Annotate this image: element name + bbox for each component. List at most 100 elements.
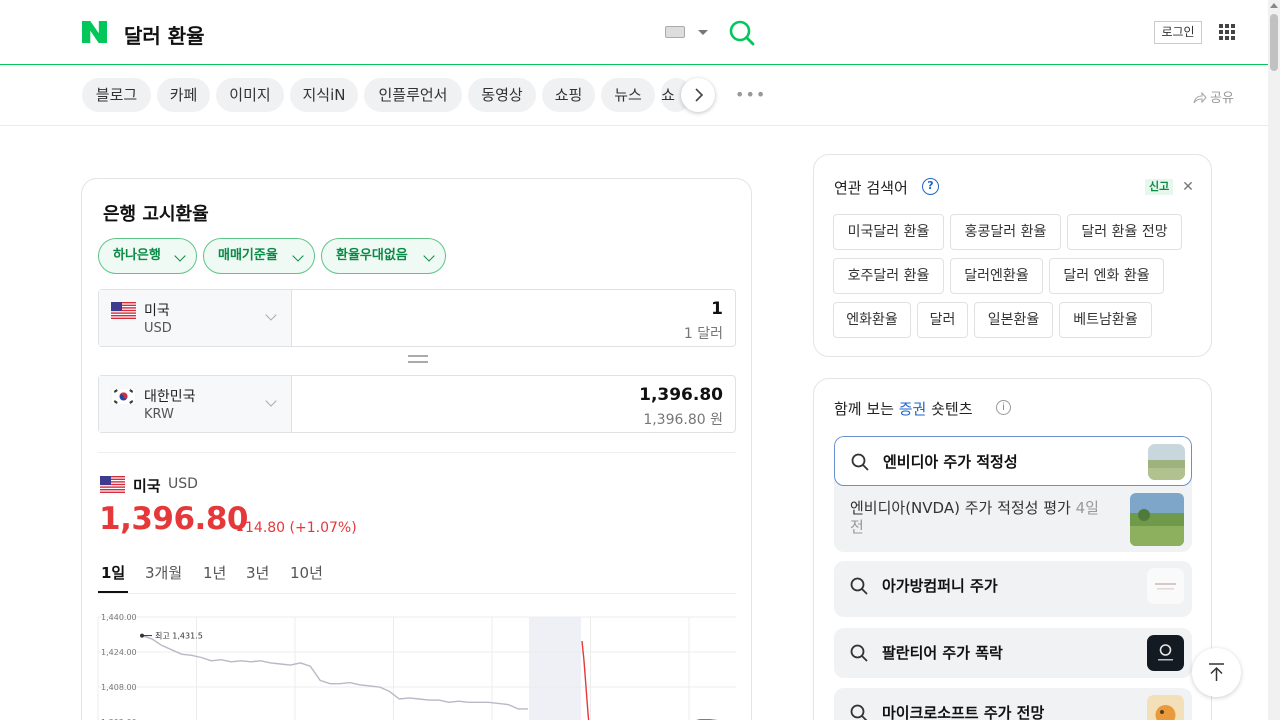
rate-country: 미국: [133, 477, 161, 495]
exchange-card-title: 은행 고시환율: [103, 204, 209, 225]
securities-item-label: 아가방컴퍼니 주가: [882, 577, 998, 595]
securities-title-suffix: 숏텐츠: [926, 400, 973, 418]
login-button[interactable]: 로그인: [1154, 21, 1202, 44]
to-currency-select[interactable]: 대한민국 KRW: [99, 376, 292, 432]
search-icon[interactable]: [729, 20, 755, 46]
help-icon[interactable]: ?: [922, 178, 939, 195]
scroll-top-button[interactable]: [1192, 648, 1241, 697]
from-country: 미국: [144, 303, 170, 319]
tab-blog[interactable]: 블로그: [82, 78, 151, 112]
info-icon[interactable]: i: [996, 400, 1011, 415]
related-chip[interactable]: 홍콩달러 환율: [950, 214, 1061, 250]
up-triangle-icon: [237, 525, 243, 531]
search-tabs: 블로그 카페 이미지 지식iN 인플루언서 동영상 쇼핑 뉴스 쇼 ••• 공유: [0, 66, 1268, 126]
related-chip[interactable]: 엔화환율: [833, 302, 911, 338]
from-amount-input[interactable]: 1: [711, 299, 723, 319]
apps-grid-icon[interactable]: [1219, 24, 1235, 40]
more-icon[interactable]: •••: [735, 87, 766, 103]
securities-item-head[interactable]: 아가방컴퍼니 주가: [834, 561, 1192, 611]
chevron-down-icon[interactable]: [698, 30, 708, 35]
tab-video[interactable]: 동영상: [468, 78, 536, 112]
article-title-text: 엔비디아(NVDA) 주가 적정성 평가: [850, 499, 1071, 517]
tab-cafe[interactable]: 카페: [157, 78, 210, 112]
to-country: 대한민국: [144, 389, 196, 405]
search-icon: [850, 577, 868, 595]
bank-select-label: 하나은행: [113, 248, 161, 263]
tabs-next-button[interactable]: [681, 78, 715, 112]
securities-title-highlight: 증권: [898, 400, 927, 418]
related-chip[interactable]: 달러엔환율: [950, 258, 1043, 294]
rate-change: 14.80 (+1.07%): [237, 520, 357, 536]
arrow-up-icon: [1209, 663, 1224, 681]
rate-type-label: 매매기준율: [218, 248, 278, 263]
securities-item[interactable]: 마이크로소프트 주가 전망: [834, 688, 1192, 720]
article-title[interactable]: 엔비디아(NVDA) 주가 적정성 평가 4일 전: [850, 499, 1108, 537]
securities-item-head[interactable]: 마이크로소프트 주가 전망: [834, 688, 1192, 720]
us-flag-icon: [111, 302, 136, 319]
preferential-select[interactable]: 환율우대없음: [321, 238, 446, 274]
securities-title: 함께 보는 증권 숏텐츠: [834, 398, 973, 419]
securities-item[interactable]: 아가방컴퍼니 주가: [834, 561, 1192, 617]
related-chip[interactable]: 일본환율: [974, 302, 1053, 338]
keyboard-icon[interactable]: [665, 26, 685, 38]
tab-news[interactable]: 뉴스: [601, 78, 655, 112]
tab-image[interactable]: 이미지: [216, 78, 284, 112]
related-chip[interactable]: 호주달러 환율: [833, 258, 944, 294]
page-scrollbar[interactable]: [1268, 0, 1280, 720]
naver-logo[interactable]: [82, 21, 107, 43]
scroll-up-icon[interactable]: [1270, 3, 1278, 8]
tab-kin[interactable]: 지식iN: [290, 78, 358, 112]
chevron-down-icon: [292, 250, 304, 262]
search-icon: [851, 453, 869, 471]
period-tab-1d[interactable]: 1일: [101, 562, 125, 583]
chevron-down-icon: [265, 395, 277, 407]
period-divider: [98, 593, 736, 594]
securities-item-head[interactable]: 팔란티어 주가 폭락: [834, 628, 1192, 678]
close-icon[interactable]: ✕: [1180, 179, 1196, 195]
securities-item[interactable]: 팔란티어 주가 폭락: [834, 628, 1192, 678]
exchange-rate-chart[interactable]: 1,440.001,424.001,408.001,392.00최고 1,431…: [82, 609, 752, 720]
securities-item-head[interactable]: 엔비디아 주가 적정성: [834, 436, 1192, 486]
article-thumbnail-image: [1130, 493, 1184, 546]
tab-influencer[interactable]: 인플루언서: [364, 78, 462, 112]
search-icon: [850, 704, 868, 720]
chevron-down-icon: [265, 309, 277, 321]
securities-item-label: 마이크로소프트 주가 전망: [882, 704, 1045, 720]
period-tab-10y[interactable]: 10년: [290, 562, 323, 583]
from-currency-select[interactable]: 미국 USD: [99, 290, 292, 346]
period-tab-1y[interactable]: 1년: [203, 562, 226, 583]
rate-type-select[interactable]: 매매기준율: [203, 238, 315, 274]
from-currency-row: 미국 USD 1 1 달러: [98, 289, 736, 347]
search-query[interactable]: 달러 환율: [124, 20, 205, 49]
chevron-right-icon: [695, 88, 704, 102]
related-chip[interactable]: 달러 환율 전망: [1067, 214, 1182, 250]
to-amount-text: 1,396.80 원: [643, 412, 723, 428]
tab-shopping[interactable]: 쇼핑: [542, 78, 595, 112]
period-tab-3m[interactable]: 3개월: [145, 562, 182, 583]
scroll-thumb[interactable]: [1270, 14, 1278, 71]
period-tab-3y[interactable]: 3년: [246, 562, 269, 583]
from-code: USD: [144, 321, 172, 336]
related-chip[interactable]: 달러: [917, 302, 968, 338]
thumbnail-image: [1147, 695, 1184, 720]
securities-shortcontents-card: 함께 보는 증권 숏텐츠 i 엔비디아 주가 적정성 엔비디아(NVDA) 주가…: [813, 378, 1212, 720]
share-button[interactable]: 공유: [1193, 87, 1234, 106]
share-icon: [1193, 91, 1207, 104]
to-amount-input[interactable]: 1,396.80: [639, 385, 723, 405]
related-chip[interactable]: 미국달러 환율: [833, 214, 944, 250]
thumbnail-image: [1147, 635, 1184, 671]
related-chip[interactable]: 베트남환율: [1059, 302, 1152, 338]
share-label: 공유: [1210, 91, 1234, 106]
chart-max-label: 최고 1,431.5: [155, 631, 203, 641]
kr-flag-icon: [111, 388, 136, 405]
to-code: KRW: [144, 407, 174, 422]
related-chip[interactable]: 달러 엔화 환율: [1049, 258, 1164, 294]
thumbnail-image: [1147, 568, 1184, 604]
report-button[interactable]: 신고: [1145, 179, 1174, 195]
bank-select[interactable]: 하나은행: [98, 238, 197, 274]
securities-item[interactable]: 엔비디아 주가 적정성 엔비디아(NVDA) 주가 적정성 평가 4일 전: [834, 436, 1192, 552]
rate-change-value: 14.80 (+1.07%): [245, 520, 357, 536]
chevron-down-icon: [423, 250, 435, 262]
current-rate: 1,396.80: [99, 501, 248, 537]
chart-highlight-band: [529, 617, 581, 720]
